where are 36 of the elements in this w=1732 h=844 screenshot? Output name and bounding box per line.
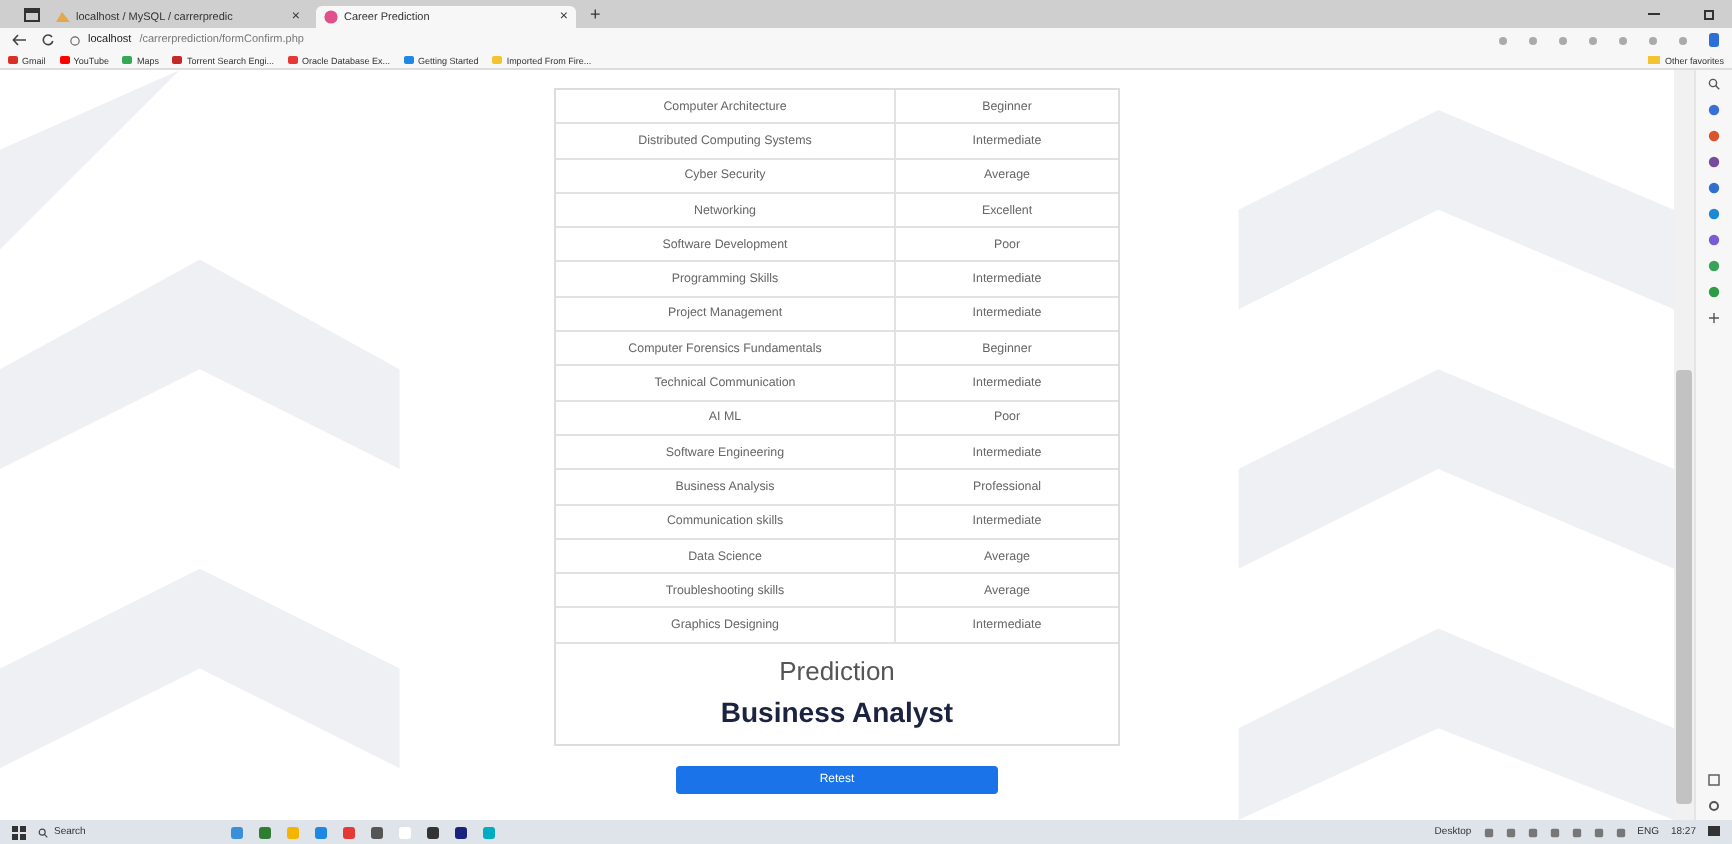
info-icon [70, 35, 80, 45]
restore-icon[interactable] [1704, 8, 1716, 20]
tab-actions-icon[interactable] [24, 7, 40, 21]
add-icon[interactable] [1708, 312, 1720, 324]
refresh-icon[interactable] [42, 34, 54, 46]
prediction-heading: Prediction [779, 655, 895, 686]
folder-icon [1648, 56, 1661, 64]
toolbar-icon[interactable] [1618, 35, 1628, 45]
back-arrow-icon[interactable] [12, 34, 26, 46]
sidebar-app-icon[interactable] [1708, 156, 1720, 168]
sidebar-app-icon[interactable] [1708, 182, 1720, 194]
toolbar-icon[interactable] [1558, 35, 1568, 45]
sidebar-window-icon[interactable] [1708, 774, 1720, 786]
notification-icon[interactable] [1708, 826, 1720, 838]
toolbar-icon[interactable] [1648, 35, 1658, 45]
settings-icon[interactable] [1708, 800, 1720, 812]
toolbar-icon[interactable] [1678, 35, 1688, 45]
sidebar-app-icon[interactable] [1708, 286, 1720, 298]
scrollbar-thumb[interactable] [1676, 370, 1692, 804]
search-icon [38, 827, 48, 837]
start-icon[interactable] [12, 825, 26, 839]
toolbar-icon[interactable] [1528, 35, 1538, 45]
sidebar-app-icon[interactable] [1708, 130, 1720, 142]
sidebar-app-icon[interactable] [1708, 234, 1720, 246]
round-logo-icon [324, 10, 338, 24]
sidebar-app-icon[interactable] [1708, 208, 1720, 220]
sidebar-app-icon[interactable] [1708, 104, 1720, 116]
search-icon[interactable] [1708, 78, 1720, 90]
scrollbar[interactable] [1674, 70, 1694, 820]
new-tab-button[interactable]: + [590, 4, 601, 24]
toolbar-icon[interactable] [1588, 35, 1598, 45]
sail-icon [56, 10, 70, 24]
minimize-icon[interactable] [1648, 8, 1660, 20]
sidebar-app-icon[interactable] [1708, 260, 1720, 272]
prediction-result: Business Analyst [720, 695, 954, 728]
toolbar-icon[interactable] [1498, 35, 1508, 45]
